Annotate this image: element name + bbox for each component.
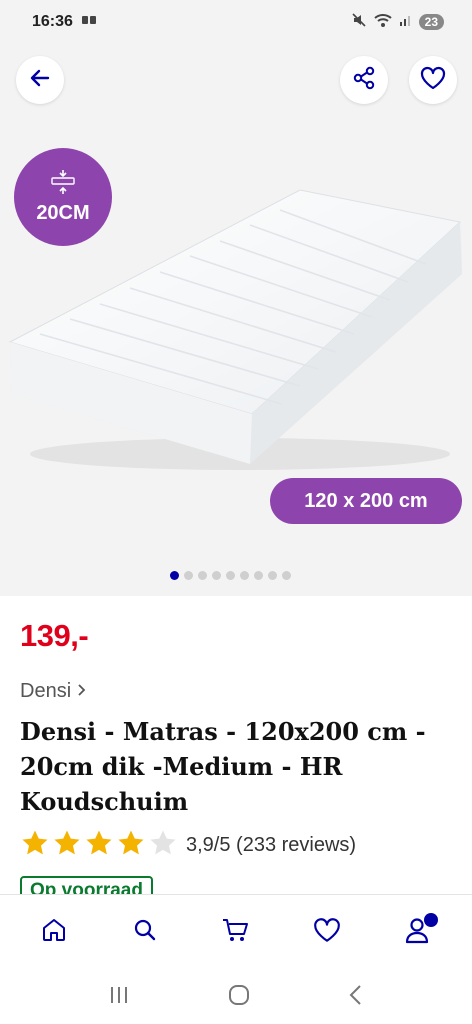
notification-dot	[424, 912, 439, 927]
brand-name: Densi	[20, 680, 72, 702]
image-pagination[interactable]	[170, 571, 291, 580]
search-icon	[131, 916, 159, 949]
nav-account[interactable]	[390, 905, 446, 961]
signal-icon	[399, 13, 413, 32]
recent-apps-icon[interactable]	[108, 985, 130, 1010]
home-icon	[40, 916, 68, 949]
pagination-dot[interactable]	[240, 571, 249, 580]
back-button[interactable]	[16, 56, 64, 104]
pagination-dot[interactable]	[254, 571, 263, 580]
star-full-icon	[84, 828, 114, 863]
home-circle-icon[interactable]	[227, 983, 251, 1012]
nav-cart[interactable]	[208, 905, 264, 961]
rating-summary[interactable]: 3,9/5 (233 reviews)	[186, 834, 356, 857]
product-image-gallery[interactable]: 20CM 120 x 200 cm	[0, 44, 472, 596]
brand-link[interactable]: Densi	[20, 680, 87, 703]
nav-search[interactable]	[117, 905, 173, 961]
pagination-dot[interactable]	[198, 571, 207, 580]
pagination-dot[interactable]	[212, 571, 221, 580]
star-full-icon	[116, 828, 146, 863]
rating-stars	[20, 828, 178, 863]
nav-favorites[interactable]	[299, 905, 355, 961]
status-right: 23	[351, 12, 444, 33]
bottom-navigation	[0, 894, 472, 970]
star-full-icon	[52, 828, 82, 863]
favorite-button[interactable]	[409, 56, 457, 104]
size-label: 120 x 200 cm	[270, 478, 462, 524]
product-rating[interactable]: 3,9/5 (233 reviews)	[20, 828, 356, 863]
heart-icon	[312, 916, 342, 949]
product-title: Densi - Matras - 120x200 cm - 20cm dik -…	[20, 717, 426, 816]
mute-icon	[351, 12, 367, 33]
star-empty-icon	[148, 828, 178, 863]
chevron-right-icon	[77, 680, 87, 703]
status-time: 16:36	[32, 13, 73, 30]
star-full-icon	[20, 828, 50, 863]
arrow-left-icon	[28, 66, 52, 95]
gallery-notification-icon	[81, 13, 97, 31]
pagination-dot[interactable]	[268, 571, 277, 580]
pagination-dot[interactable]	[282, 571, 291, 580]
cart-icon	[221, 915, 251, 950]
share-icon	[351, 65, 377, 96]
pagination-dot-active[interactable]	[170, 571, 179, 580]
share-button[interactable]	[340, 56, 388, 104]
heart-icon	[419, 65, 447, 96]
battery-indicator: 23	[418, 14, 444, 30]
status-bar: 16:36 23	[0, 0, 472, 44]
nav-home[interactable]	[26, 905, 82, 961]
pagination-dot[interactable]	[226, 571, 235, 580]
system-navigation-bar	[0, 970, 472, 1024]
product-price: 139,-	[20, 618, 89, 653]
status-left: 16:36	[32, 13, 97, 31]
mattress-image	[8, 189, 462, 470]
pagination-dot[interactable]	[184, 571, 193, 580]
wifi-icon	[373, 12, 393, 33]
back-chevron-icon[interactable]	[348, 984, 364, 1011]
